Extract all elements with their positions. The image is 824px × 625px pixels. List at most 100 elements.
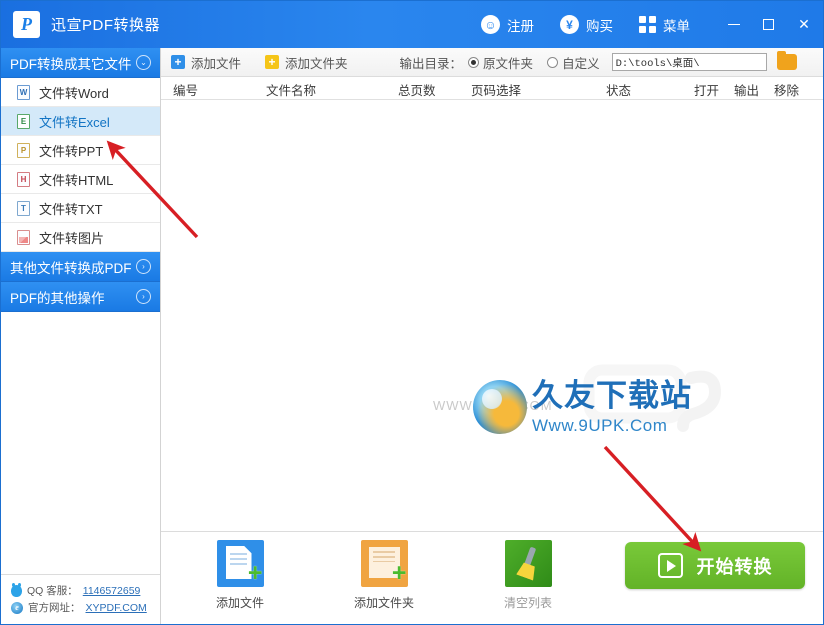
file-list-header: 编号 文件名称 总页数 页码选择 状态 打开 输出 移除 bbox=[161, 77, 823, 100]
clear-list-button[interactable]: 清空列表 bbox=[484, 540, 572, 611]
application-window: P 迅宣PDF转换器 ☺ 注册 ¥ 购买 菜单 ✕ PDF转换成其它文件 ⌄ W… bbox=[0, 0, 824, 625]
column-header-name: 文件名称 bbox=[266, 84, 317, 98]
output-directory-group: 输出目录： 原文件夹 自定义 bbox=[399, 51, 797, 72]
start-convert-label: 开始转换 bbox=[696, 556, 773, 577]
watermark-globe-icon bbox=[473, 380, 527, 434]
add-folder-large-icon: + bbox=[360, 540, 408, 587]
image-file-icon bbox=[17, 229, 30, 245]
output-path-input[interactable] bbox=[611, 53, 767, 71]
sidebar-section-label: PDF的其他操作 bbox=[10, 290, 105, 306]
website-row: e 官方网址： XYPDF.COM bbox=[11, 599, 160, 616]
sidebar-item-to-ppt[interactable]: P 文件转PPT bbox=[1, 136, 160, 165]
sidebar-filler bbox=[1, 312, 160, 574]
file-toolbar: + 添加文件 + 添加文件夹 输出目录： 原文件夹 自定义 bbox=[161, 48, 823, 77]
window-body: PDF转换成其它文件 ⌄ W 文件转Word E 文件转Excel P 文件转P… bbox=[1, 48, 823, 624]
qq-service-row: QQ 客服： 1146572659 bbox=[11, 582, 160, 599]
watermark-logo: 久友下载站 Www.9UPK.Com bbox=[473, 380, 692, 434]
add-file-label: 添加文件 bbox=[191, 56, 242, 71]
minimize-button[interactable] bbox=[717, 1, 751, 48]
menu-label: 菜单 bbox=[663, 18, 690, 34]
sidebar-item-label: 文件转Word bbox=[39, 85, 109, 101]
add-folder-toolbar-button[interactable]: + 添加文件夹 bbox=[265, 53, 358, 72]
column-header-remove: 移除 bbox=[774, 84, 800, 98]
sidebar-item-to-txt[interactable]: T 文件转TXT bbox=[1, 194, 160, 223]
sidebar-item-to-html[interactable]: H 文件转HTML bbox=[1, 165, 160, 194]
sidebar-section-pdf-other-ops[interactable]: PDF的其他操作 › bbox=[1, 282, 160, 312]
qq-icon bbox=[11, 582, 22, 597]
play-icon bbox=[657, 553, 683, 578]
browser-icon: e bbox=[11, 601, 23, 614]
add-file-large-icon: + bbox=[216, 540, 264, 587]
radio-custom-folder-icon bbox=[547, 56, 559, 68]
radio-custom-folder[interactable]: 自定义 bbox=[547, 53, 600, 72]
app-brand: P 迅宣PDF转换器 bbox=[1, 11, 160, 38]
close-button[interactable]: ✕ bbox=[785, 1, 823, 48]
website-link[interactable]: XYPDF.COM bbox=[86, 602, 147, 614]
sidebar-item-label: 文件转Excel bbox=[39, 114, 110, 130]
sidebar-item-to-excel[interactable]: E 文件转Excel bbox=[1, 107, 160, 136]
maximize-button[interactable] bbox=[751, 1, 785, 48]
buy-button[interactable]: ¥ 购买 bbox=[547, 1, 626, 48]
app-title: 迅宣PDF转换器 bbox=[51, 17, 161, 34]
add-folder-big-label: 添加文件夹 bbox=[353, 596, 414, 610]
broom-icon bbox=[504, 540, 552, 587]
radio-source-folder[interactable]: 原文件夹 bbox=[468, 53, 533, 72]
radio-custom-folder-label: 自定义 bbox=[562, 56, 600, 71]
qq-number-link[interactable]: 1146572659 bbox=[83, 585, 141, 597]
watermark-text-block: 久友下载站 Www.9UPK.Com bbox=[532, 377, 692, 435]
add-folder-big-button[interactable]: + 添加文件夹 bbox=[340, 540, 428, 611]
excel-file-icon: E bbox=[17, 113, 30, 129]
column-header-status: 状态 bbox=[606, 84, 632, 98]
watermark-cn-text: 久友下载站 bbox=[532, 377, 692, 414]
buy-label: 购买 bbox=[586, 18, 613, 34]
user-icon: ☺ bbox=[481, 15, 500, 34]
word-file-icon: W bbox=[17, 84, 30, 100]
add-folder-icon: + bbox=[265, 55, 280, 69]
start-convert-button[interactable]: 开始转换 bbox=[625, 542, 805, 589]
column-header-open: 打开 bbox=[694, 84, 720, 98]
sidebar-item-label: 文件转HTML bbox=[39, 172, 114, 188]
sidebar-section-pdf-to-other[interactable]: PDF转换成其它文件 ⌄ bbox=[1, 48, 160, 78]
sidebar-section-label: PDF转换成其它文件 bbox=[10, 56, 132, 72]
column-header-select: 页码选择 bbox=[471, 84, 522, 98]
window-controls: ✕ bbox=[717, 1, 823, 48]
radio-source-folder-icon bbox=[468, 56, 480, 68]
add-folder-label: 添加文件夹 bbox=[285, 56, 348, 71]
minimize-icon bbox=[728, 23, 740, 26]
menu-button[interactable]: 菜单 bbox=[626, 1, 703, 48]
radio-source-folder-label: 原文件夹 bbox=[483, 56, 534, 71]
sidebar-item-to-word[interactable]: W 文件转Word bbox=[1, 78, 160, 107]
html-file-icon: H bbox=[17, 171, 30, 187]
column-header-pages: 总页数 bbox=[398, 84, 436, 98]
grid-icon bbox=[639, 16, 656, 33]
register-label: 注册 bbox=[507, 18, 534, 34]
website-label: 官方网址： bbox=[28, 602, 81, 614]
txt-file-icon: T bbox=[17, 200, 30, 216]
ppt-file-icon: P bbox=[17, 142, 30, 158]
chevron-down-icon: ⌄ bbox=[136, 55, 151, 70]
bottom-toolbar: + 添加文件 + 添加文件夹 清空列表 开始转换 bbox=[161, 532, 823, 624]
add-file-big-button[interactable]: + 添加文件 bbox=[196, 540, 284, 611]
file-list-area[interactable]: WWW.9UPK.COM 久友下载站 Www.9UPK.Com bbox=[161, 100, 823, 532]
watermark-en-text: Www.9UPK.Com bbox=[532, 415, 668, 435]
sidebar-item-to-image[interactable]: 文件转图片 bbox=[1, 223, 160, 252]
chevron-right-icon: › bbox=[136, 289, 151, 304]
browse-folder-button[interactable] bbox=[776, 51, 797, 70]
app-logo-icon: P bbox=[13, 11, 40, 38]
add-file-toolbar-button[interactable]: + 添加文件 bbox=[171, 53, 251, 72]
qq-label: QQ 客服： bbox=[27, 585, 78, 597]
add-file-icon: + bbox=[171, 55, 185, 69]
sidebar-footer: QQ 客服： 1146572659 e 官方网址： XYPDF.COM bbox=[1, 574, 160, 624]
sidebar-item-label: 文件转图片 bbox=[39, 230, 105, 246]
sidebar-section-other-to-pdf[interactable]: 其他文件转换成PDF › bbox=[1, 252, 160, 282]
sidebar-item-label: 文件转PPT bbox=[39, 143, 104, 159]
column-header-index: 编号 bbox=[173, 84, 199, 98]
register-button[interactable]: ☺ 注册 bbox=[468, 1, 547, 48]
title-bar: P 迅宣PDF转换器 ☺ 注册 ¥ 购买 菜单 ✕ bbox=[1, 1, 823, 48]
column-header-output: 输出 bbox=[734, 84, 760, 98]
clear-list-label: 清空列表 bbox=[503, 596, 552, 610]
sidebar-section-label: 其他文件转换成PDF bbox=[10, 260, 132, 276]
plus-icon: + bbox=[391, 559, 407, 587]
output-directory-label: 输出目录： bbox=[399, 56, 463, 71]
sidebar: PDF转换成其它文件 ⌄ W 文件转Word E 文件转Excel P 文件转P… bbox=[1, 48, 161, 624]
